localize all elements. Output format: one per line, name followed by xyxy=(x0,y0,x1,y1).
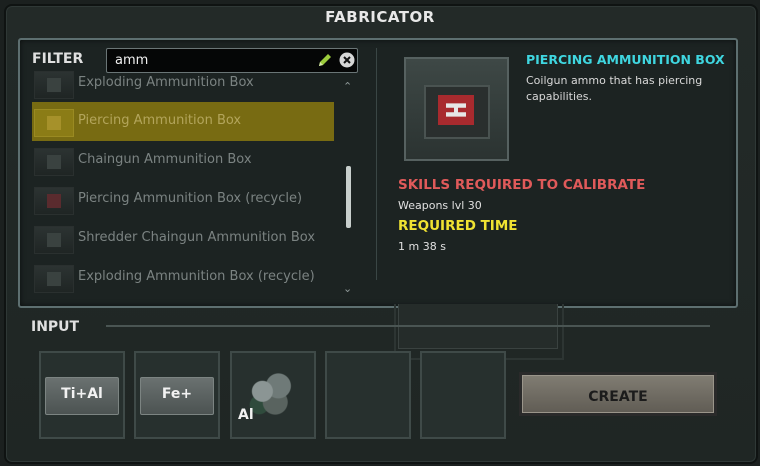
input-slot-empty[interactable] xyxy=(420,351,506,439)
skills-value: Weapons lvl 30 xyxy=(398,199,482,212)
ammo-box-icon xyxy=(424,85,490,139)
create-button[interactable]: CREATE xyxy=(519,372,717,416)
list-item-label: Exploding Ammunition Box (recycle) xyxy=(78,269,315,284)
time-value: 1 m 38 s xyxy=(398,240,446,253)
panel-divider xyxy=(376,48,377,280)
slot-item-label: Ti+Al xyxy=(61,386,103,402)
recipe-list: Exploding Ammunition Box Piercing Ammuni… xyxy=(30,70,336,298)
search-input[interactable] xyxy=(115,52,305,68)
skills-heading: SKILLS REQUIRED TO CALIBRATE xyxy=(398,177,646,193)
item-thumbnail xyxy=(34,265,74,293)
item-thumbnail xyxy=(34,148,74,176)
slot-item-label: Al xyxy=(238,407,254,423)
list-item[interactable]: Exploding Ammunition Box (recycle) xyxy=(32,258,334,297)
input-divider xyxy=(106,325,710,327)
list-item[interactable]: Chaingun Ammunition Box xyxy=(32,141,334,180)
close-circle-icon[interactable] xyxy=(339,52,355,68)
time-heading: REQUIRED TIME xyxy=(398,218,518,234)
list-item[interactable]: Piercing Ammunition Box (recycle) xyxy=(32,180,334,219)
list-item-selected[interactable]: Piercing Ammunition Box xyxy=(32,102,334,141)
scrollbar-thumb[interactable] xyxy=(346,166,351,228)
item-thumbnail xyxy=(34,226,74,254)
item-description: Coilgun ammo that has piercing capabilit… xyxy=(526,74,703,103)
list-item-label: Shredder Chaingun Ammunition Box xyxy=(78,230,316,245)
chevron-up-icon[interactable]: ⌃ xyxy=(343,80,352,93)
input-slot[interactable]: Ti+Al xyxy=(39,351,125,439)
item-thumbnail xyxy=(34,187,74,215)
list-item-label: Exploding Ammunition Box xyxy=(78,75,254,90)
item-preview xyxy=(404,57,509,161)
input-slot[interactable]: Al xyxy=(230,351,316,439)
list-item-label: Chaingun Ammunition Box xyxy=(78,152,252,167)
list-item[interactable]: Exploding Ammunition Box xyxy=(32,70,334,103)
input-slot-empty[interactable] xyxy=(325,351,411,439)
input-slot[interactable]: Fe+ xyxy=(134,351,220,439)
slot-item-label: Fe+ xyxy=(161,386,193,402)
item-name: PIERCING AMMUNITION BOX xyxy=(526,52,725,67)
item-thumbnail xyxy=(34,71,74,99)
input-label: INPUT xyxy=(31,319,80,335)
item-thumbnail xyxy=(34,109,74,137)
list-item-label: Piercing Ammunition Box xyxy=(78,113,242,128)
pencil-icon[interactable] xyxy=(317,52,333,68)
list-item-label: Piercing Ammunition Box (recycle) xyxy=(78,191,303,206)
chevron-down-icon[interactable]: ⌄ xyxy=(343,282,352,295)
list-item[interactable]: Shredder Chaingun Ammunition Box xyxy=(32,219,334,258)
titanium-aluminium-plate-icon: Ti+Al xyxy=(45,377,119,415)
window-title: FABRICATOR xyxy=(325,8,435,26)
iron-plate-icon: Fe+ xyxy=(140,377,214,415)
filter-label: FILTER xyxy=(32,51,84,67)
